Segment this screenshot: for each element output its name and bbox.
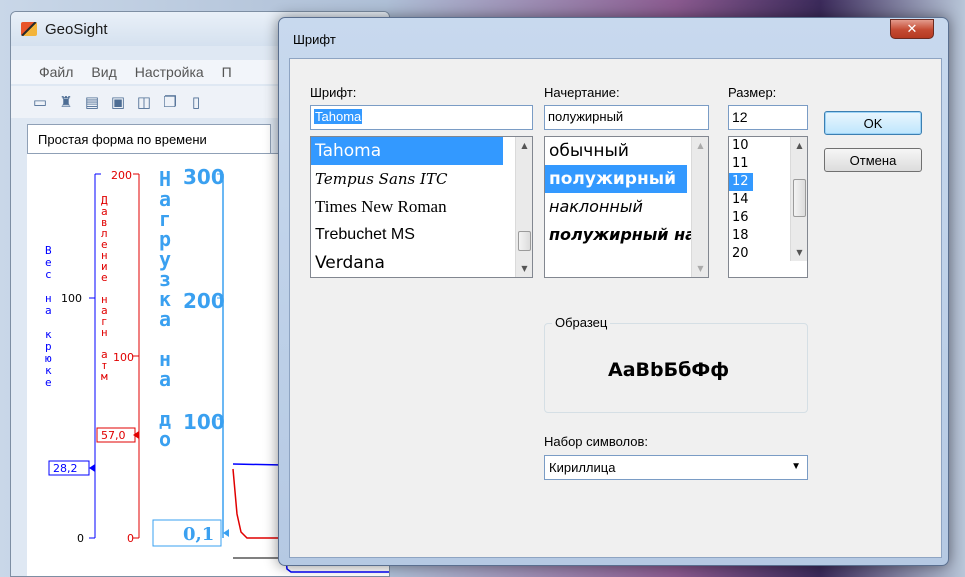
charset-label: Набор символов: [544, 434, 649, 449]
menu-file[interactable]: Файл [39, 64, 73, 80]
scroll-down-icon[interactable]: ▼ [791, 244, 807, 261]
charset-select[interactable]: Кириллица ▼ [544, 455, 808, 480]
weight-pointer-icon [89, 464, 95, 472]
font-list-scrollbar[interactable]: ▲ ▼ [515, 137, 532, 277]
sample-label: Образец [552, 315, 611, 330]
scroll-thumb[interactable] [518, 231, 531, 251]
size-list-scrollbar[interactable]: ▲ ▼ [790, 137, 807, 261]
close-icon: ✕ [906, 21, 918, 37]
style-list[interactable]: обычный полужирный наклонный полужирный … [544, 136, 709, 278]
sample-text: AaBbБбФф [608, 359, 730, 381]
weight-tick-label: 0 [77, 532, 84, 545]
style-input[interactable]: полужирный [544, 105, 709, 130]
scroll-thumb[interactable] [793, 179, 806, 217]
open-folder-icon[interactable]: ▤ [81, 91, 103, 113]
load-tick-label: 100 [183, 410, 225, 434]
menu-more[interactable]: П [222, 64, 232, 80]
font-input[interactable]: Tahoma [310, 105, 533, 130]
save-icon[interactable]: ▣ [107, 91, 129, 113]
style-list-scrollbar[interactable]: ▲ ▼ [691, 137, 708, 277]
chevron-down-icon: ▼ [791, 461, 801, 472]
pressure-tick-label: 100 [113, 351, 134, 364]
font-list[interactable]: Tahoma Tempus Sans ITC Times New Roman T… [310, 136, 533, 278]
ok-button[interactable]: OK [824, 111, 922, 135]
load-tick-label: 300 [183, 165, 225, 189]
scroll-up-icon[interactable]: ▲ [516, 137, 532, 154]
style-label: Начертание: [544, 85, 620, 100]
load-axis-title: Нагрузка на до [159, 167, 171, 451]
menu-view[interactable]: Вид [91, 64, 116, 80]
style-item-bold-italic[interactable]: полужирный наклонный [545, 221, 708, 249]
pressure-value: 57,0 [101, 429, 126, 442]
weight-value: 28,2 [53, 462, 78, 475]
size-input[interactable]: 12 [728, 105, 808, 130]
weight-tick-label: 100 [61, 292, 82, 305]
pressure-tick-label: 0 [127, 532, 134, 545]
scroll-down-icon[interactable]: ▼ [692, 260, 708, 277]
scroll-up-icon[interactable]: ▲ [791, 137, 807, 154]
app-title: GeoSight [45, 20, 108, 38]
font-input-value: Tahoma [314, 109, 363, 124]
tab-time-form[interactable]: Простая форма по времени [27, 124, 271, 154]
charset-value: Кириллица [549, 460, 616, 475]
close-button[interactable]: ✕ [890, 19, 934, 39]
load-pointer-icon [223, 529, 229, 537]
size-item-selected[interactable]: 12 [729, 173, 753, 191]
pressure-tick-label: 200 [111, 169, 132, 182]
load-value: 0,1 [183, 524, 214, 545]
dialog-body: Шрифт: Tahoma Tahoma Tempus Sans ITC Tim… [289, 58, 942, 558]
font-label: Шрифт: [310, 85, 357, 100]
style-item-bold[interactable]: полужирный [545, 165, 687, 193]
font-item-tempus[interactable]: Tempus Sans ITC [311, 165, 532, 193]
weight-axis-title: Вес на крюке [45, 244, 52, 389]
style-item-italic[interactable]: наклонный [545, 193, 708, 221]
scroll-up-icon[interactable]: ▲ [692, 137, 708, 154]
menu-settings[interactable]: Настройка [135, 64, 204, 80]
rig-icon[interactable]: ♜ [55, 91, 77, 113]
font-item-verdana[interactable]: Verdana [311, 249, 532, 277]
size-list[interactable]: 10 11 12 14 16 18 20 ▲ ▼ [728, 136, 808, 278]
load-tick-label: 200 [183, 289, 225, 313]
copy-icon[interactable]: ❐ [159, 91, 181, 113]
size-label: Размер: [728, 85, 777, 100]
scroll-down-icon[interactable]: ▼ [516, 260, 532, 277]
font-item-trebuchet[interactable]: Trebuchet MS [311, 221, 532, 249]
geosight-logo-icon [21, 22, 37, 36]
font-dialog: Шрифт ✕ Шрифт: Tahoma Tahoma Tempus Sans… [278, 17, 949, 566]
dialog-title: Шрифт [293, 32, 336, 47]
font-item-times[interactable]: Times New Roman [311, 193, 532, 221]
toolbar-button[interactable]: ▯ [185, 91, 207, 113]
save-all-icon[interactable]: ◫ [133, 91, 155, 113]
style-item-regular[interactable]: обычный [545, 137, 708, 165]
new-file-icon[interactable]: ▭ [29, 91, 51, 113]
font-item-tahoma[interactable]: Tahoma [311, 137, 503, 165]
cancel-button[interactable]: Отмена [824, 148, 922, 172]
pressure-axis-title: Давление нагн атм [101, 194, 108, 383]
